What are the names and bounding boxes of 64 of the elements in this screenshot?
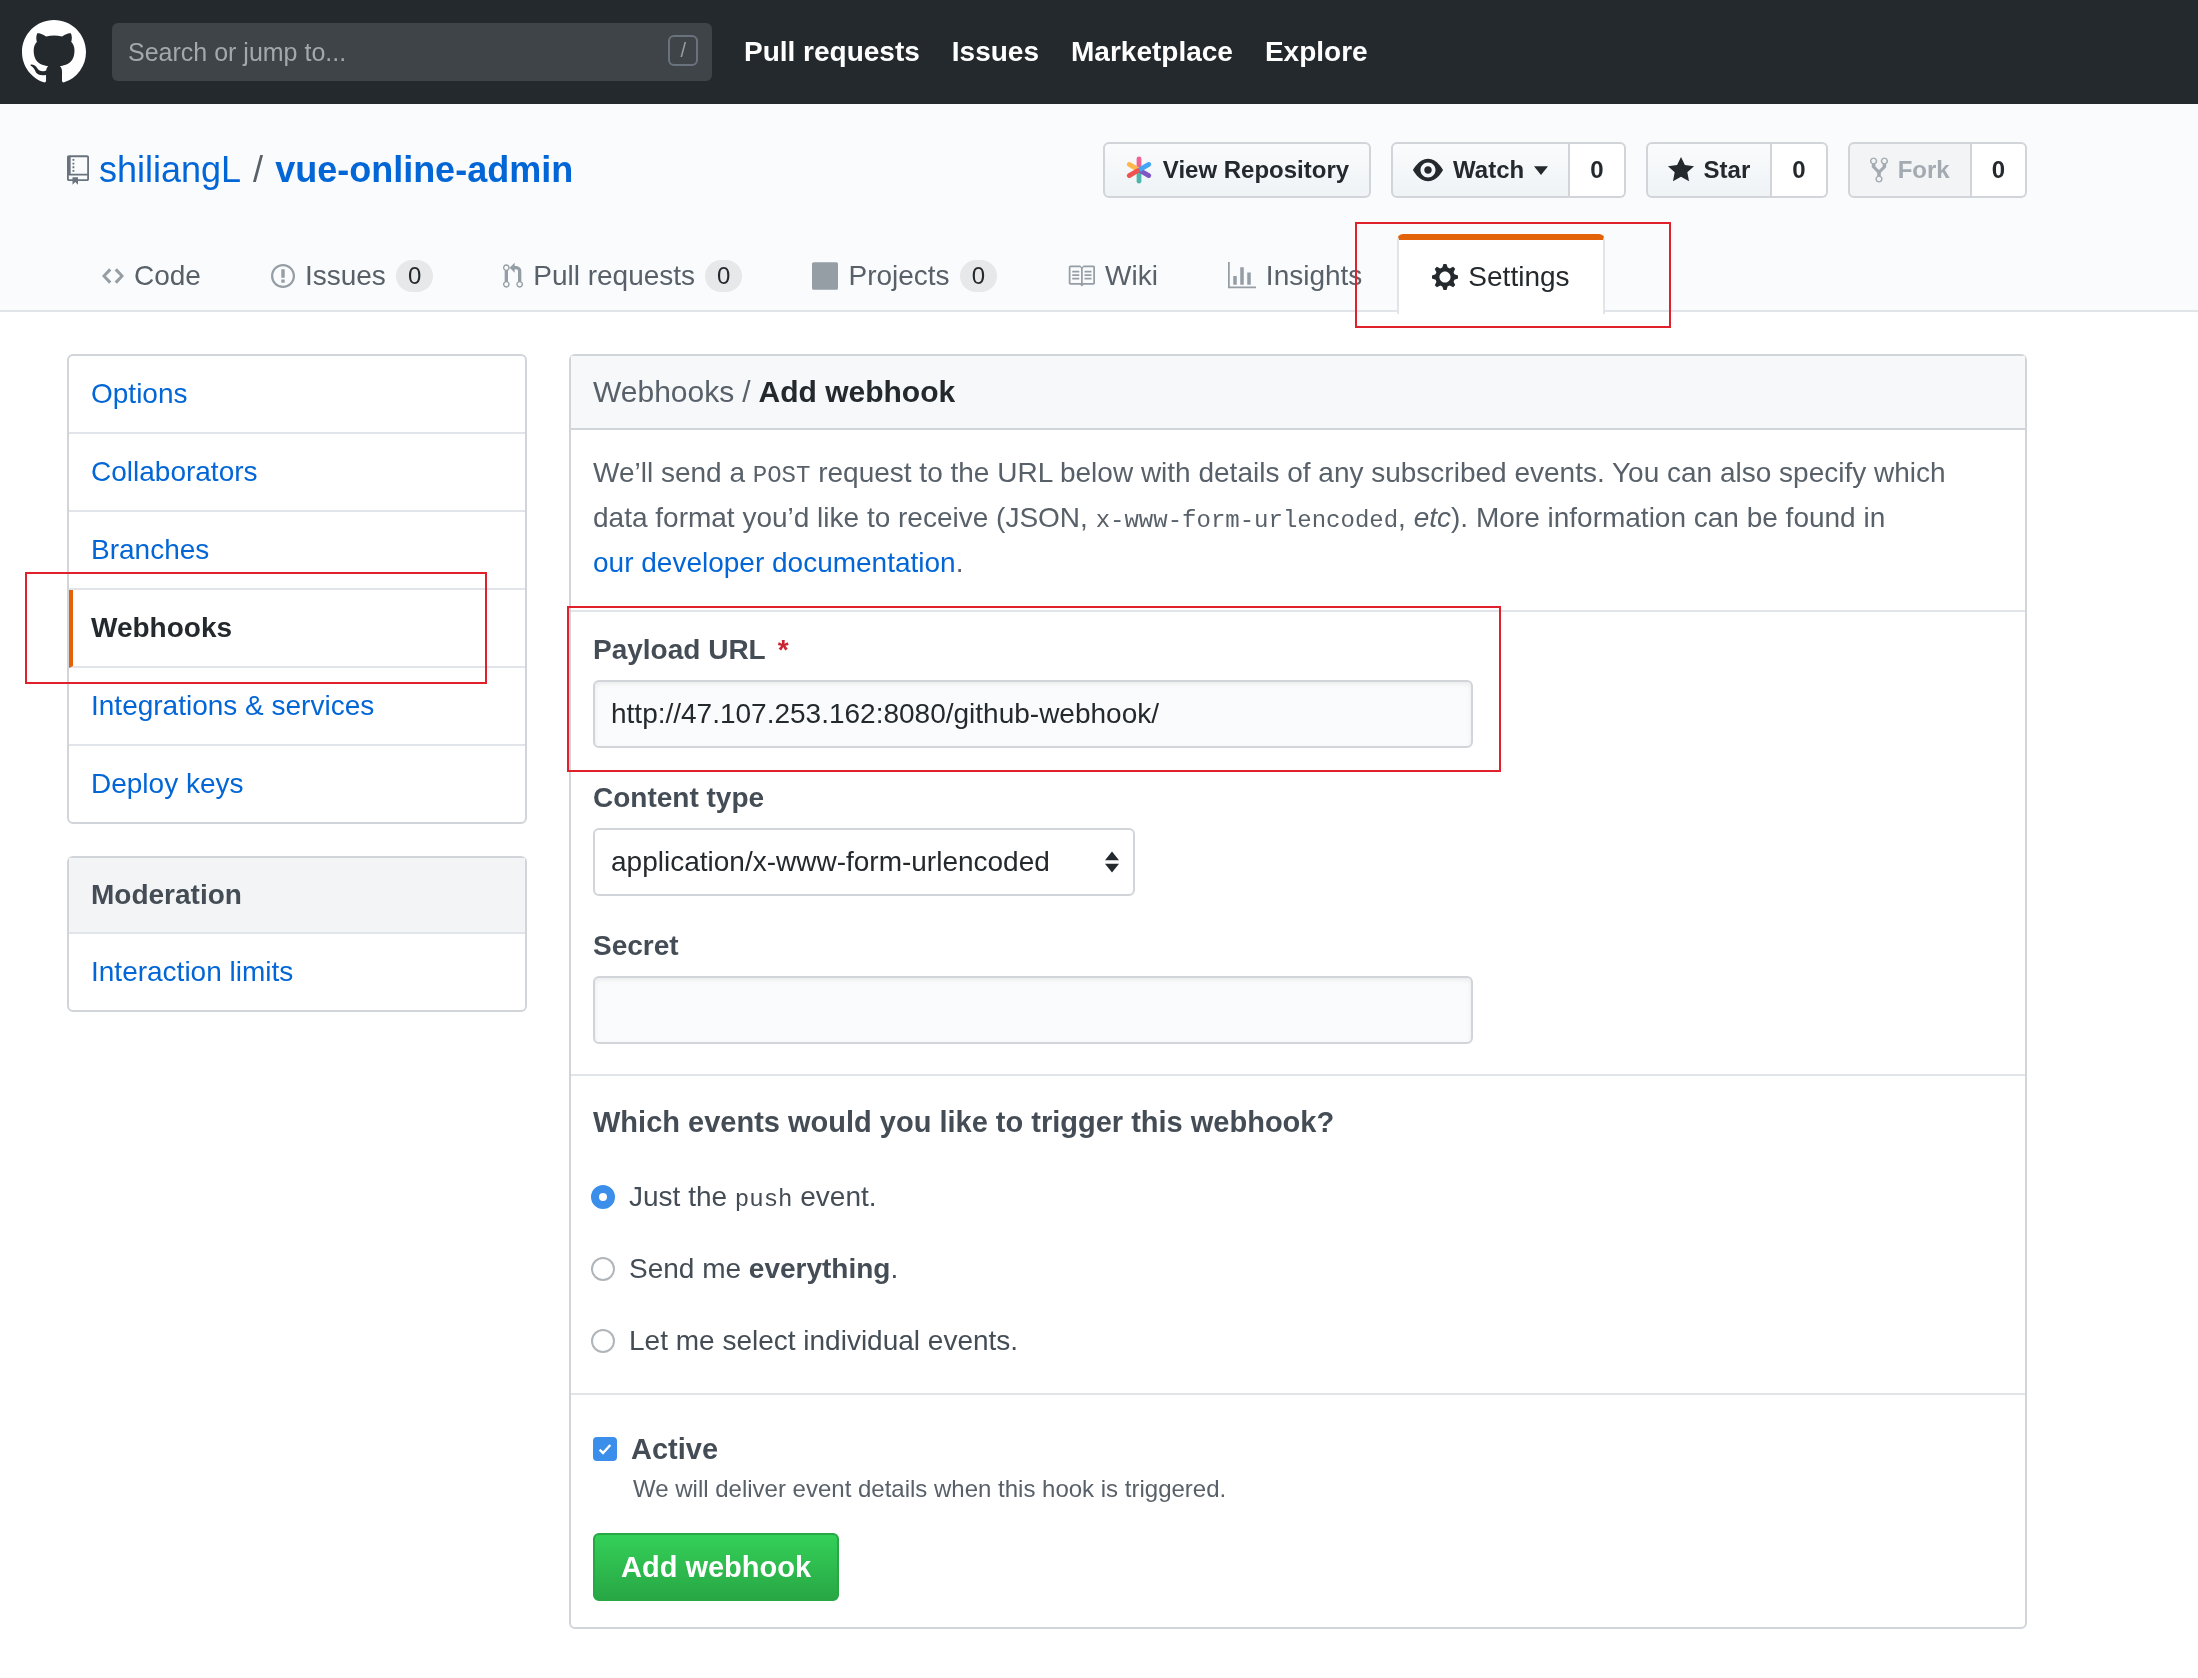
up-down-arrows-icon [1105, 851, 1119, 873]
logo-icon[interactable] [22, 20, 86, 84]
menu-item[interactable]: Options [69, 356, 525, 434]
field-label: Content type [593, 782, 765, 814]
project-board-icon [812, 262, 839, 290]
payload-url-field[interactable]: http://47.107.253.162:8080/github-webhook/ [593, 680, 1473, 748]
menu-item[interactable]: Interaction limits [69, 934, 525, 1010]
fork-icon [1869, 155, 1888, 185]
bar-graph-icon [1227, 262, 1256, 290]
radio-button[interactable] [591, 1329, 615, 1353]
nav-link[interactable]: Explore [1264, 36, 1368, 68]
repo-tab[interactable]: Wiki [1032, 234, 1193, 312]
menu-item[interactable]: Deploy keys [69, 746, 525, 822]
menu-heading: Moderation [69, 858, 525, 934]
secret-field[interactable] [593, 976, 1473, 1044]
asterisk-icon [1124, 156, 1153, 184]
events-question: Which events would you like to trigger this webhook? [593, 1106, 1336, 1139]
settings-icon [1432, 262, 1459, 292]
social-count[interactable]: 0 [1570, 142, 1626, 198]
view-button[interactable]: View Repository [1102, 142, 1372, 198]
issue-icon [270, 262, 295, 290]
nav-link[interactable]: Issues [951, 36, 1039, 68]
repo-owner-link[interactable]: shiliangL [99, 149, 242, 191]
radio-label: Just the push event. [629, 1181, 877, 1213]
radio-label: Let me select individual events. [629, 1325, 1019, 1357]
documentation-link[interactable]: our developer documentation [593, 547, 956, 578]
repo-name-link[interactable]: vue-online-admin [275, 149, 574, 191]
caret-icon [1534, 165, 1549, 175]
checkbox-label: Active [631, 1432, 719, 1466]
repo-tab[interactable]: Code [67, 234, 236, 312]
breadcrumb-link[interactable]: Webhooks [593, 375, 735, 409]
checkbox-hint: We will deliver event details when this hook is triggered. [633, 1475, 1228, 1503]
check-icon [597, 1441, 613, 1457]
field-label: Secret [593, 930, 679, 962]
repo-tab[interactable]: Settings [1397, 234, 1605, 314]
radio-label: Send me everything. [629, 1253, 899, 1285]
radio-button[interactable] [591, 1185, 615, 1209]
path-separator: / [253, 149, 264, 191]
repo-tab[interactable]: Pull requests 0 [468, 234, 778, 312]
social-count[interactable]: 0 [1772, 142, 1828, 198]
watch-button[interactable]: Watch [1391, 142, 1571, 198]
star-button[interactable]: Star [1645, 142, 1773, 198]
menu-item[interactable]: Collaborators [69, 434, 525, 512]
content-type-select[interactable]: application/x-www-form-urlencoded [593, 828, 1135, 896]
nav-link[interactable]: Pull requests [744, 36, 920, 68]
intro-text: We’ll send a POST request to the URL below with details of any subscribed events. You can also specify which data format you’d like to receive (JSON, x-www-form-urlencoded, etc). More information can be found in our developer documentation. [593, 456, 1947, 580]
count-badge: 0 [959, 260, 997, 292]
checkbox[interactable] [593, 1437, 617, 1461]
field-label: Payload URL [593, 634, 766, 666]
breadcrumb-separator: / [742, 375, 751, 409]
nav-link[interactable]: Marketplace [1071, 36, 1233, 68]
required-mark: * [777, 634, 789, 666]
repo-tab[interactable]: Projects 0 [777, 234, 1032, 312]
pull-request-icon [503, 262, 524, 290]
page-title: Add webhook [758, 375, 956, 409]
count-badge: 0 [395, 260, 434, 292]
repo-icon [67, 154, 89, 186]
radio-button[interactable] [591, 1257, 615, 1281]
menu-item[interactable]: Webhooks [69, 590, 525, 668]
keyboard-shortcut-key: / [668, 35, 698, 66]
menu-item[interactable]: Branches [69, 512, 525, 590]
count-badge: 0 [705, 260, 743, 292]
repo-tab[interactable]: Issues 0 [235, 234, 469, 312]
menu-item[interactable]: Integrations & services [69, 668, 525, 746]
